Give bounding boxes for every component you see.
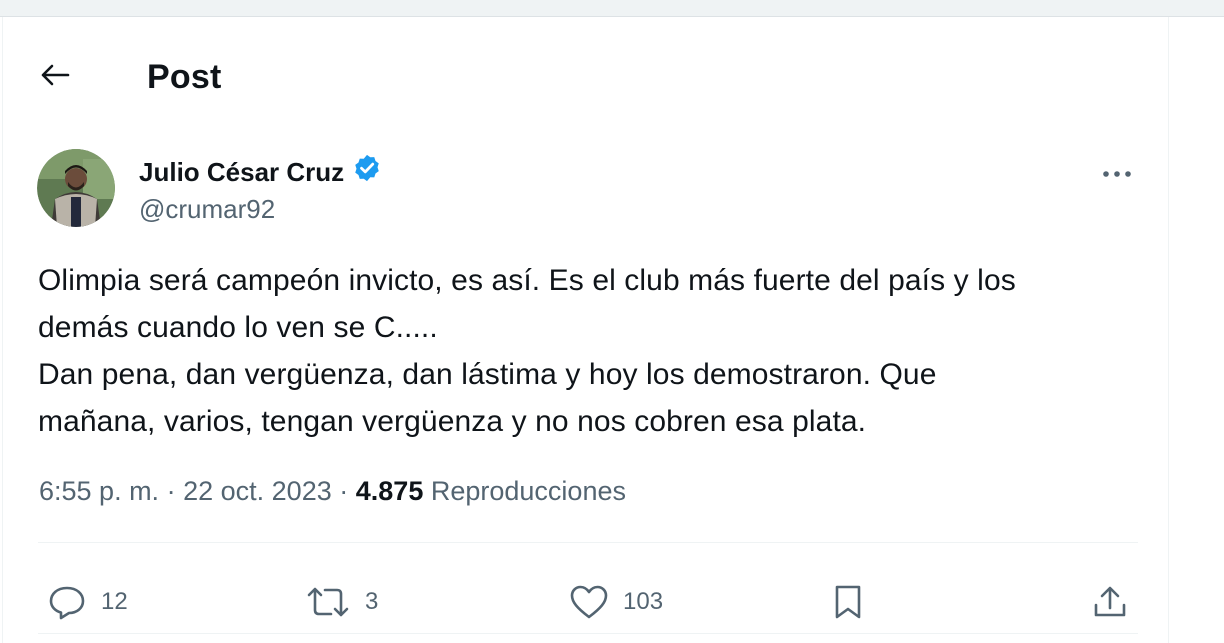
reply-icon xyxy=(47,584,87,620)
repost-button[interactable]: 3 xyxy=(305,567,378,637)
divider xyxy=(38,633,1138,634)
bookmark-button[interactable] xyxy=(831,567,865,637)
bookmark-icon xyxy=(831,583,865,621)
meta-separator: · xyxy=(339,476,349,506)
post-date[interactable]: 22 oct. 2023 xyxy=(183,476,332,506)
like-button[interactable]: 103 xyxy=(569,567,663,637)
post-header: Post xyxy=(3,17,1168,127)
reply-count: 12 xyxy=(101,588,128,615)
share-icon xyxy=(1091,583,1129,621)
arrow-left-icon xyxy=(40,63,70,92)
action-bar: 12 3 103 xyxy=(3,567,1168,637)
verified-badge-icon xyxy=(352,153,382,190)
share-button[interactable] xyxy=(1091,567,1129,637)
browser-top-strip xyxy=(0,0,1224,17)
views-label: Reproducciones xyxy=(430,476,626,506)
like-count: 103 xyxy=(623,588,664,615)
page-title: Post xyxy=(147,58,222,96)
repost-count: 3 xyxy=(365,588,379,615)
post-time[interactable]: 6:55 p. m. xyxy=(39,476,159,506)
post-metadata: 6:55 p. m. · 22 oct. 2023 · 4.875 Reprod… xyxy=(39,473,626,509)
author-name[interactable]: Julio César Cruz xyxy=(139,153,382,190)
reply-button[interactable]: 12 xyxy=(47,567,128,637)
more-dots-icon xyxy=(1101,165,1133,183)
meta-separator: · xyxy=(166,476,176,506)
back-button[interactable] xyxy=(33,55,77,99)
more-options-button[interactable] xyxy=(1097,157,1137,191)
divider xyxy=(38,542,1138,543)
like-icon xyxy=(569,584,609,620)
post-column: Post Julio César Cruz @crumar92 Olimpia … xyxy=(2,17,1169,643)
author-handle[interactable]: @crumar92 xyxy=(139,193,275,225)
repost-icon xyxy=(305,584,351,620)
avatar[interactable] xyxy=(37,149,115,227)
author-name-text: Julio César Cruz xyxy=(139,156,345,187)
views-count: 4.875 xyxy=(355,476,424,506)
post-text: Olimpia será campeón invicto, es así. Es… xyxy=(38,264,1016,438)
